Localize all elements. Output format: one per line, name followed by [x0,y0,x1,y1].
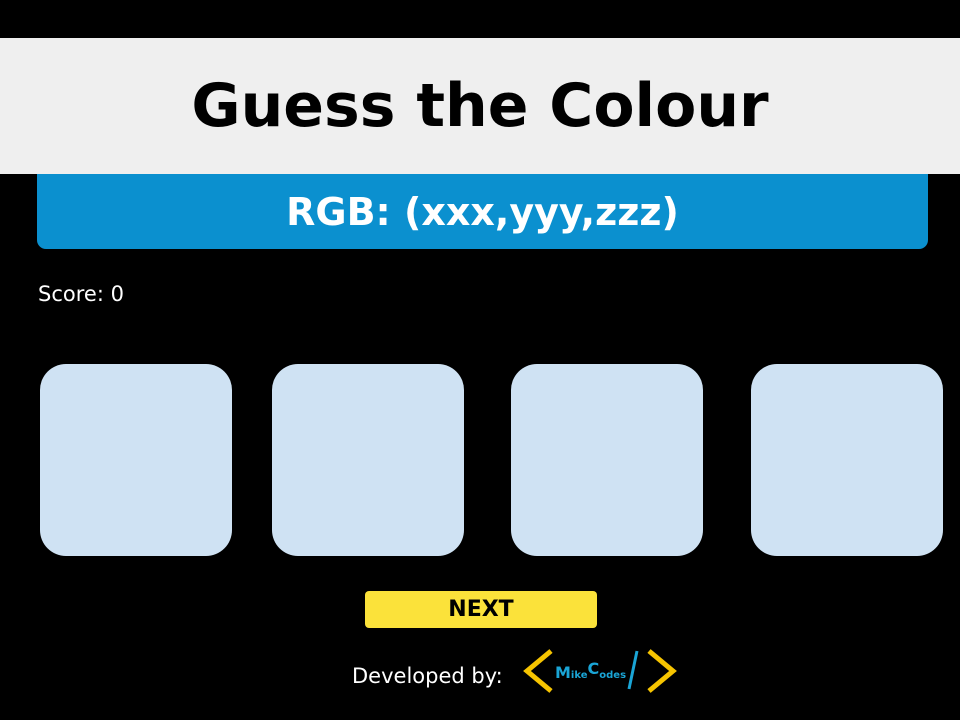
logo-right-bracket [647,649,677,693]
colour-tile-4[interactable] [751,364,943,556]
mikecodes-logo: MikeCodes [523,649,677,693]
next-button[interactable]: NEXT [365,591,597,628]
title-bar: Guess the Colour [0,38,960,174]
developed-by-label: Developed by: [352,664,503,688]
logo-left-bracket [523,649,553,693]
colour-tile-1[interactable] [40,364,232,556]
score-label: Score: 0 [38,282,124,306]
logo-slash [627,650,639,690]
game-title: Guess the Colour [191,71,769,141]
rgb-value-text: RGB: (xxx,yyy,zzz) [286,189,679,234]
rgb-display-bar: RGB: (xxx,yyy,zzz) [37,174,928,249]
colour-tile-2[interactable] [272,364,464,556]
colour-tile-3[interactable] [511,364,703,556]
logo-text: MikeCodes [555,659,626,682]
game-screen: Guess the Colour RGB: (xxx,yyy,zzz) Scor… [0,0,960,720]
